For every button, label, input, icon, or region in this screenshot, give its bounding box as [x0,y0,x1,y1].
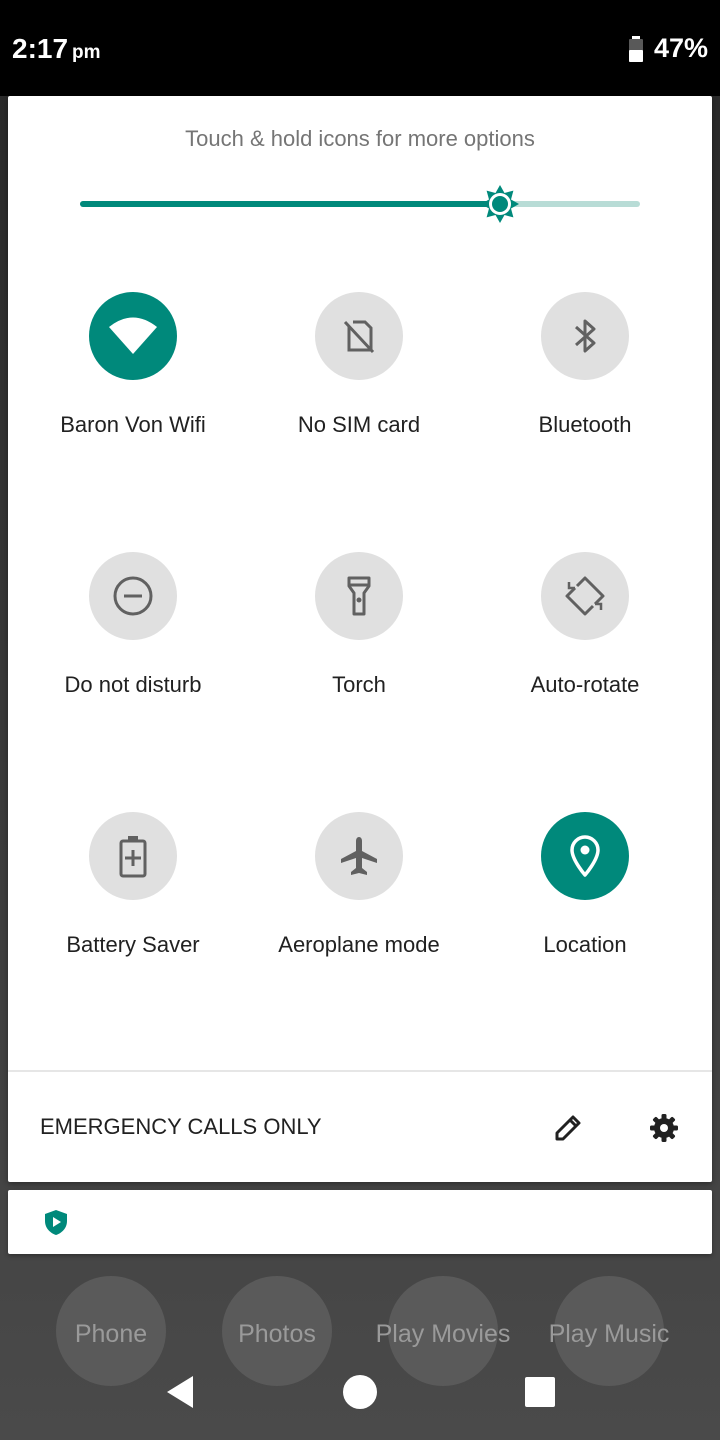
tile-dnd-label: Do not disturb [64,672,202,697]
tile-battery-saver-label: Battery Saver [66,932,200,957]
tile-location[interactable]: Location [472,812,698,1002]
bluetooth-icon [575,319,596,353]
auto-rotate-icon [565,576,605,616]
do-not-disturb-icon [113,576,153,616]
quick-settings-panel: Touch & hold icons for more options Baro… [8,96,712,1182]
brightness-fill [80,201,500,207]
torch-icon [347,576,371,616]
tile-location-label: Location [543,932,627,957]
clock-ampm: pm [72,42,101,63]
tile-dnd-button[interactable] [89,552,177,640]
gear-icon [650,1114,678,1142]
tile-wifi-button[interactable] [89,292,177,380]
settings-button[interactable] [644,1108,684,1148]
tile-bluetooth-label: Bluetooth [538,412,632,437]
tile-dnd[interactable]: Do not disturb [20,552,246,742]
status-battery: 47% [628,33,708,64]
brightness-slider[interactable] [80,184,640,224]
battery-icon [628,35,643,62]
tile-torch-label: Torch [332,672,386,697]
status-clock: 2:17 pm [12,33,101,65]
play-protect-icon [45,1210,67,1235]
no-sim-icon [343,320,375,354]
back-button[interactable] [160,1372,200,1412]
tile-torch-button[interactable] [315,552,403,640]
tile-auto-rotate-button[interactable] [541,552,629,640]
tile-auto-rotate-label: Auto-rotate [530,672,640,697]
recents-icon [525,1377,555,1407]
tile-sim-button[interactable] [315,292,403,380]
location-icon [570,835,600,877]
status-bar: 2:17 pm 47% [0,0,720,96]
tile-sim[interactable]: No SIM card [246,292,472,482]
tile-bluetooth[interactable]: Bluetooth [472,292,698,482]
notification-card[interactable] [8,1190,712,1254]
tile-auto-rotate[interactable]: Auto-rotate [472,552,698,742]
battery-saver-icon [119,836,147,878]
tile-airplane-button[interactable] [315,812,403,900]
clock-time: 2:17 [12,33,69,64]
edit-button[interactable] [548,1108,588,1148]
recents-button[interactable] [520,1372,560,1412]
tile-battery-saver[interactable]: Battery Saver [20,812,246,1002]
navigation-bar [0,1344,720,1440]
tile-airplane-label: Aeroplane mode [278,932,440,957]
brightness-thumb-icon[interactable] [480,184,520,224]
qs-hint-text: Touch & hold icons for more options [185,126,535,151]
home-icon [343,1375,377,1409]
back-icon [167,1376,193,1408]
tile-wifi-label: Baron Von Wifi [60,412,206,437]
carrier-status-text: EMERGENCY CALLS ONLY [40,1114,322,1139]
tile-bluetooth-button[interactable] [541,292,629,380]
pencil-icon [555,1115,581,1141]
tile-sim-label: No SIM card [297,412,421,437]
tile-torch[interactable]: Torch [246,552,472,742]
wifi-icon [109,317,157,354]
tile-location-button[interactable] [541,812,629,900]
tile-wifi[interactable]: Baron Von Wifi [20,292,246,482]
tile-battery-saver-button[interactable] [89,812,177,900]
tile-airplane[interactable]: Aeroplane mode [246,812,472,1002]
home-button[interactable] [340,1372,380,1412]
qs-footer: EMERGENCY CALLS ONLY [8,1072,712,1182]
airplane-icon [341,837,377,875]
battery-percent: 47% [653,33,708,63]
